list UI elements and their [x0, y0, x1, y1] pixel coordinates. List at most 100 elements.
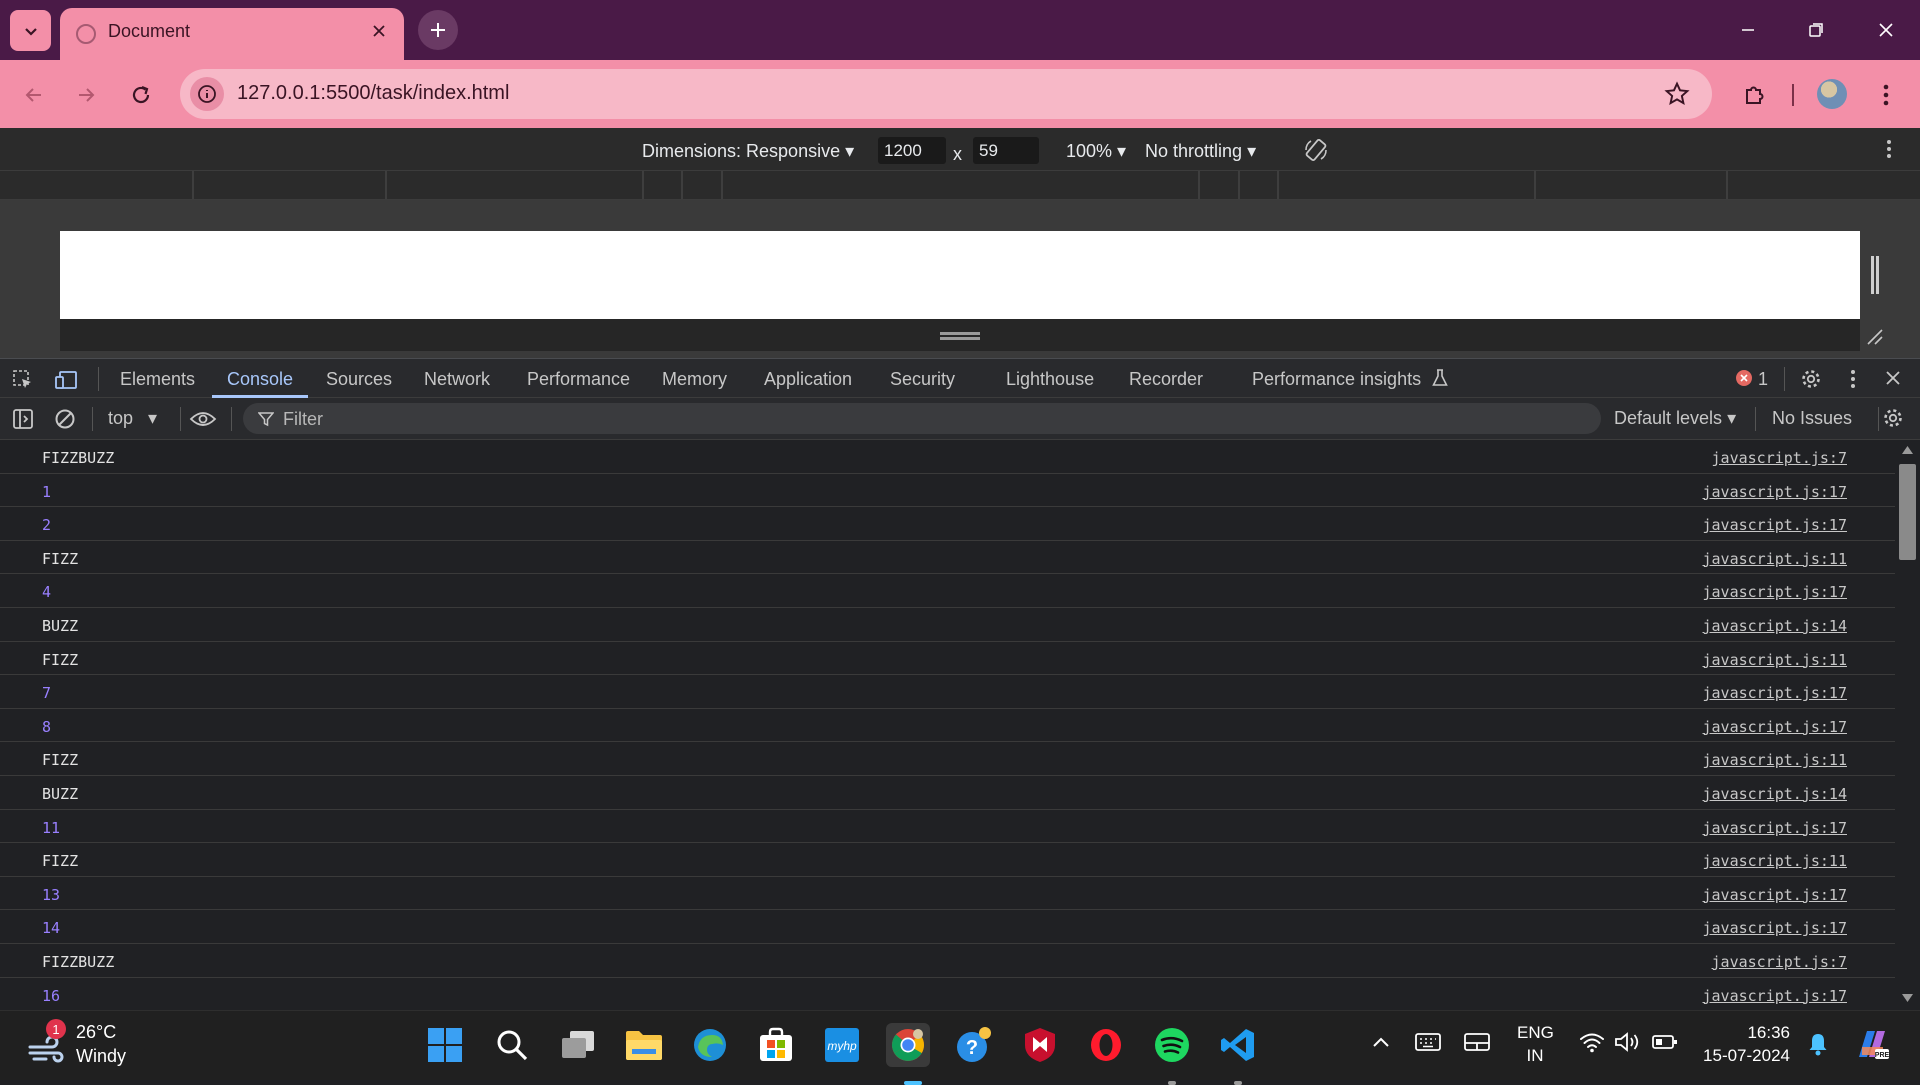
- touch-keyboard-icon[interactable]: [1415, 1032, 1441, 1057]
- tab-sources[interactable]: Sources: [326, 369, 392, 390]
- address-bar[interactable]: 127.0.0.1:5500/task/index.html: [180, 69, 1712, 119]
- settings-gear-icon[interactable]: [1800, 368, 1822, 395]
- edge-browser-button[interactable]: [688, 1023, 732, 1067]
- resize-height-handle[interactable]: [940, 332, 980, 340]
- vscode-button[interactable]: [1216, 1023, 1260, 1085]
- sidebar-toggle-icon[interactable]: [12, 408, 34, 435]
- minimize-button[interactable]: [1728, 12, 1768, 48]
- device-toggle-icon[interactable]: [54, 369, 78, 396]
- issues-button[interactable]: No Issues: [1772, 408, 1852, 429]
- throttling-dropdown[interactable]: No throttling ▾: [1145, 141, 1256, 162]
- extensions-button[interactable]: [1734, 75, 1774, 115]
- mcafee-button[interactable]: [1018, 1023, 1062, 1067]
- source-link[interactable]: javascript.js:14: [1703, 785, 1848, 803]
- dimensions-dropdown[interactable]: Dimensions: Responsive ▾: [642, 141, 854, 162]
- copilot-icon[interactable]: PRE: [1853, 1027, 1891, 1066]
- chrome-taskbar-button[interactable]: [886, 1023, 930, 1085]
- wifi-icon[interactable]: [1579, 1031, 1605, 1058]
- display-mode-icon[interactable]: [1464, 1032, 1490, 1057]
- back-button[interactable]: [14, 75, 54, 115]
- rotate-icon[interactable]: [1302, 136, 1330, 169]
- source-link[interactable]: javascript.js:17: [1703, 886, 1848, 904]
- source-link[interactable]: javascript.js:17: [1703, 583, 1848, 601]
- device-toolbar-menu-icon[interactable]: [1886, 139, 1892, 164]
- source-link[interactable]: javascript.js:17: [1703, 919, 1848, 937]
- notification-bell-icon[interactable]: [1808, 1032, 1828, 1061]
- zoom-dropdown[interactable]: 100% ▾: [1066, 141, 1126, 162]
- start-button[interactable]: [423, 1023, 467, 1067]
- error-icon[interactable]: [1736, 370, 1752, 386]
- resize-corner-icon[interactable]: [1864, 326, 1884, 346]
- scrollbar-thumb[interactable]: [1899, 464, 1916, 560]
- opera-button[interactable]: [1084, 1023, 1128, 1067]
- clock-date[interactable]: 15-07-2024: [1696, 1046, 1790, 1066]
- browser-tab[interactable]: Document: [60, 8, 404, 60]
- language-region[interactable]: IN: [1517, 1046, 1553, 1066]
- microsoft-store-button[interactable]: [754, 1023, 798, 1067]
- scroll-up-icon[interactable]: [1902, 446, 1913, 454]
- context-selector[interactable]: top ▾: [108, 408, 157, 429]
- log-levels-dropdown[interactable]: Default levels ▾: [1614, 408, 1736, 429]
- close-window-button[interactable]: [1866, 12, 1906, 48]
- browser-menu-button[interactable]: [1866, 75, 1906, 115]
- language-code[interactable]: ENG: [1517, 1023, 1554, 1043]
- tab-console[interactable]: Console: [227, 369, 293, 390]
- tab-network[interactable]: Network: [424, 369, 490, 390]
- reload-button[interactable]: [121, 75, 161, 115]
- tab-recorder[interactable]: Recorder: [1129, 369, 1203, 390]
- source-link[interactable]: javascript.js:11: [1703, 651, 1848, 669]
- console-filter-input[interactable]: Filter: [243, 403, 1601, 434]
- source-link[interactable]: javascript.js:17: [1703, 987, 1848, 1005]
- source-link[interactable]: javascript.js:7: [1712, 449, 1847, 467]
- battery-icon[interactable]: [1652, 1033, 1678, 1056]
- site-info-icon[interactable]: [190, 77, 224, 111]
- resize-width-handle[interactable]: [1871, 256, 1879, 294]
- console-log-area[interactable]: FIZZBUZZ javascript.js:7 1 javascript.js:17…: [0, 440, 1920, 1010]
- search-button[interactable]: [490, 1023, 534, 1067]
- bookmark-star-icon[interactable]: [1664, 81, 1690, 112]
- media-query-ruler[interactable]: [0, 170, 1920, 200]
- source-link[interactable]: javascript.js:7: [1712, 953, 1847, 971]
- show-hidden-icons-chevron-icon[interactable]: [1372, 1035, 1390, 1053]
- forward-button[interactable]: [66, 75, 106, 115]
- spotify-button[interactable]: [1150, 1023, 1194, 1085]
- tab-application[interactable]: Application: [764, 369, 852, 390]
- new-tab-button[interactable]: [418, 10, 458, 50]
- tab-elements[interactable]: Elements: [120, 369, 195, 390]
- close-tab-icon[interactable]: [368, 20, 390, 42]
- inspect-element-icon[interactable]: [12, 369, 34, 396]
- source-link[interactable]: javascript.js:17: [1703, 483, 1848, 501]
- clock-time[interactable]: 16:36: [1696, 1023, 1790, 1043]
- restore-button[interactable]: [1796, 12, 1836, 48]
- clear-console-icon[interactable]: [54, 408, 76, 435]
- console-scrollbar[interactable]: [1895, 440, 1920, 1010]
- tab-security[interactable]: Security: [890, 369, 955, 390]
- tab-memory[interactable]: Memory: [662, 369, 727, 390]
- tab-performance[interactable]: Performance: [527, 369, 630, 390]
- scroll-down-icon[interactable]: [1902, 994, 1913, 1002]
- source-link[interactable]: javascript.js:11: [1703, 550, 1848, 568]
- source-link[interactable]: javascript.js:17: [1703, 819, 1848, 837]
- close-devtools-icon[interactable]: [1885, 370, 1901, 391]
- tab-performance-insights[interactable]: Performance insights: [1252, 369, 1448, 390]
- source-link[interactable]: javascript.js:17: [1703, 516, 1848, 534]
- myhp-button[interactable]: myhp: [820, 1023, 864, 1067]
- error-count[interactable]: 1: [1758, 369, 1768, 390]
- source-link[interactable]: javascript.js:17: [1703, 718, 1848, 736]
- console-settings-gear-icon[interactable]: [1882, 407, 1904, 434]
- task-view-button[interactable]: [556, 1023, 600, 1067]
- live-expression-eye-icon[interactable]: [189, 408, 217, 435]
- width-input[interactable]: 1200: [878, 137, 946, 164]
- file-explorer-button[interactable]: [622, 1023, 666, 1067]
- rendered-page[interactable]: [60, 231, 1860, 319]
- source-link[interactable]: javascript.js:17: [1703, 684, 1848, 702]
- source-link[interactable]: javascript.js:14: [1703, 617, 1848, 635]
- source-link[interactable]: javascript.js:11: [1703, 751, 1848, 769]
- height-input[interactable]: 59: [973, 137, 1039, 164]
- volume-icon[interactable]: [1614, 1031, 1640, 1058]
- source-link[interactable]: javascript.js:11: [1703, 852, 1848, 870]
- profile-avatar[interactable]: [1817, 79, 1847, 109]
- get-help-button[interactable]: ?: [952, 1023, 996, 1067]
- tab-lighthouse[interactable]: Lighthouse: [1006, 369, 1094, 390]
- tab-search-button[interactable]: [10, 10, 51, 51]
